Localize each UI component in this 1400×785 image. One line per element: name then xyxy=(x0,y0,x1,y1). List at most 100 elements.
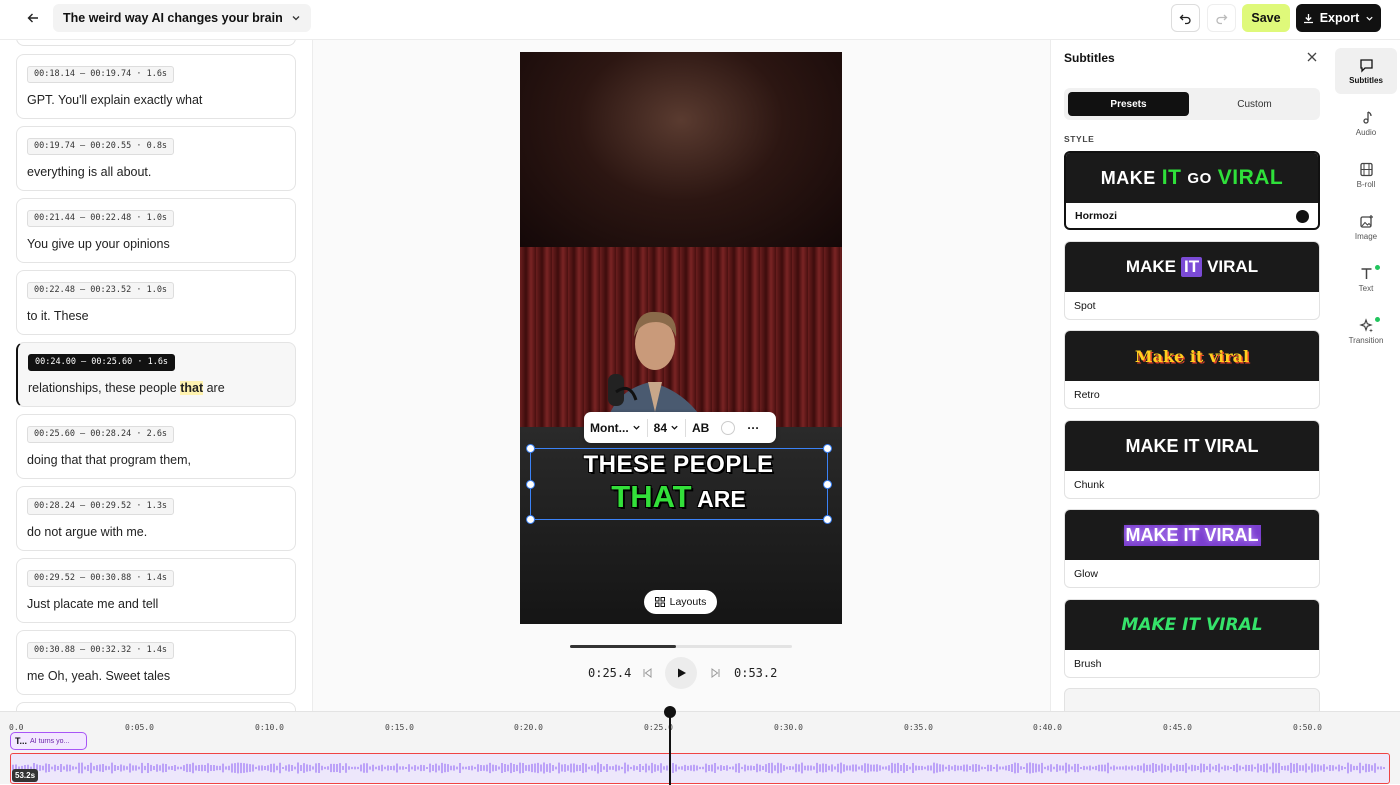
segment-text[interactable]: everything is all about. xyxy=(27,165,151,179)
playhead[interactable] xyxy=(669,712,671,785)
font-size-dropdown[interactable]: 84 xyxy=(648,421,685,435)
segment-text-before: relationships, these people xyxy=(28,381,181,395)
text-clip[interactable]: T... AI turns yo... xyxy=(10,732,87,750)
style-card-spot[interactable]: MAKE IT VIRAL Spot xyxy=(1064,241,1320,320)
current-word-highlight: that xyxy=(180,381,204,395)
style-name: Retro xyxy=(1074,389,1100,401)
more-options-button[interactable]: ··· xyxy=(741,421,765,435)
transcript-segment[interactable]: 00:30.88 – 00:32.32 · 1.4s me Oh, yeah. … xyxy=(16,630,296,695)
text-icon xyxy=(1361,267,1371,279)
rail-subtitles[interactable]: Subtitles xyxy=(1335,48,1397,94)
segment-text[interactable]: relationships, these people that are xyxy=(28,381,225,395)
preview-word: MAKE xyxy=(1125,257,1176,276)
color-picker-button[interactable] xyxy=(715,420,741,435)
tab-custom[interactable]: Custom xyxy=(1194,92,1315,116)
segment-text[interactable]: You give up your opinions xyxy=(27,237,170,251)
timeline-tick: 0:20.0 xyxy=(514,723,543,732)
style-card-chunk[interactable]: MAKE IT VIRAL Chunk xyxy=(1064,420,1320,499)
style-card-brush[interactable]: MAKE IT VIRAL Brush xyxy=(1064,599,1320,678)
resize-handle-br[interactable] xyxy=(823,515,832,524)
style-preview: MAKE IT VIRAL xyxy=(1065,421,1319,471)
tab-presets[interactable]: Presets xyxy=(1068,92,1189,116)
preview-area: Mont... 84 AB ··· THESE PEOPLE THAT ARE xyxy=(313,40,1050,711)
segment-text[interactable]: to it. These xyxy=(27,309,89,323)
top-bar: The weird way AI changes your brain Save… xyxy=(0,0,1400,40)
rail-audio[interactable]: Audio xyxy=(1335,100,1397,146)
skip-forward-button[interactable] xyxy=(709,666,723,680)
segment-text[interactable]: me Oh, yeah. Sweet tales xyxy=(27,669,170,683)
export-button[interactable]: Export xyxy=(1296,4,1381,32)
segment-timecode: 00:21.44 – 00:22.48 · 1.0s xyxy=(27,210,175,227)
transcript-segment-partial[interactable] xyxy=(16,40,296,46)
style-card-partial[interactable] xyxy=(1064,688,1320,711)
playhead-handle[interactable] xyxy=(664,706,676,718)
transcript-segment[interactable]: 00:21.44 – 00:22.48 · 1.0s You give up y… xyxy=(16,198,296,263)
resize-handle-bl[interactable] xyxy=(526,515,535,524)
tool-rail: Subtitles Audio B-roll Image Text Transi… xyxy=(1331,40,1400,711)
transcript-segment-active[interactable]: 00:24.00 – 00:25.60 · 1.6s relationships… xyxy=(16,342,296,407)
video-canvas[interactable]: Mont... 84 AB ··· THESE PEOPLE THAT ARE xyxy=(520,52,842,624)
layouts-label: Layouts xyxy=(669,596,707,608)
rail-transition[interactable]: Transition xyxy=(1335,308,1397,354)
style-card-hormozi[interactable]: MAKE IT GO VIRAL Hormozi xyxy=(1064,151,1320,230)
selected-indicator xyxy=(1296,210,1309,223)
style-card-glow[interactable]: MAKE IT VIRAL Glow xyxy=(1064,509,1320,588)
preview-word: GO xyxy=(1187,169,1212,187)
chevron-down-icon xyxy=(1366,16,1373,21)
segment-timecode: 00:19.74 – 00:20.55 · 0.8s xyxy=(27,138,175,155)
caption-line-2: THAT ARE xyxy=(531,479,826,515)
export-label: Export xyxy=(1319,11,1360,25)
caption-selection-box[interactable]: THESE PEOPLE THAT ARE xyxy=(526,444,832,524)
rail-b-roll[interactable]: B-roll xyxy=(1335,152,1397,198)
segment-timecode: 00:24.00 – 00:25.60 · 1.6s xyxy=(28,354,176,371)
playback-progress-bar[interactable] xyxy=(570,645,792,648)
transcript-segment[interactable]: 00:19.74 – 00:20.55 · 0.8s everything is… xyxy=(16,126,296,191)
style-name: Hormozi xyxy=(1075,210,1117,222)
segment-text[interactable]: doing that that program them, xyxy=(27,453,191,467)
play-button[interactable] xyxy=(665,657,697,689)
transcript-segment-partial[interactable] xyxy=(16,702,296,711)
preview-word: IT xyxy=(1180,257,1203,277)
rail-image[interactable]: Image xyxy=(1335,204,1397,250)
segment-text[interactable]: GPT. You'll explain exactly what xyxy=(27,93,202,107)
transcript-segment[interactable]: 00:29.52 – 00:30.88 · 1.4s Just placate … xyxy=(16,558,296,623)
layouts-button[interactable]: Layouts xyxy=(644,590,717,614)
text-case-button[interactable]: AB xyxy=(686,421,715,435)
back-button[interactable] xyxy=(20,6,46,30)
subtitles-icon xyxy=(1359,58,1373,73)
close-icon[interactable] xyxy=(1305,50,1319,64)
resize-handle-tr[interactable] xyxy=(823,444,832,453)
chevron-down-icon xyxy=(292,16,300,21)
timeline[interactable]: 0.0 0:05.0 0:10.0 0:15.0 0:20.0 0:25.0 0… xyxy=(0,706,1400,785)
caption-line-2-rest: ARE xyxy=(697,486,746,512)
transcript-panel: 00:18.14 – 00:19.74 · 1.6s GPT. You'll e… xyxy=(0,40,313,711)
font-dropdown[interactable]: Mont... xyxy=(584,421,647,435)
transcript-segment[interactable]: 00:18.14 – 00:19.74 · 1.6s GPT. You'll e… xyxy=(16,54,296,119)
rail-label: Transition xyxy=(1348,335,1384,345)
resize-handle-l[interactable] xyxy=(526,480,535,489)
transcript-segment[interactable]: 00:22.48 – 00:23.52 · 1.0s to it. These xyxy=(16,270,296,335)
rail-label: Image xyxy=(1354,231,1378,241)
timeline-tick: 0:05.0 xyxy=(125,723,154,732)
download-icon xyxy=(1303,13,1313,23)
save-button[interactable]: Save xyxy=(1242,4,1290,32)
undo-button[interactable] xyxy=(1171,4,1200,32)
transcript-segment[interactable]: 00:25.60 – 00:28.24 · 2.6s doing that th… xyxy=(16,414,296,479)
rail-text[interactable]: Text xyxy=(1335,256,1397,302)
font-size-value: 84 xyxy=(653,420,668,435)
segment-text[interactable]: Just placate me and tell xyxy=(27,597,158,611)
rail-label: Text xyxy=(1358,283,1374,293)
skip-back-button[interactable] xyxy=(640,666,654,680)
new-indicator-dot xyxy=(1375,317,1380,322)
style-card-retro[interactable]: Make it viral Retro xyxy=(1064,330,1320,409)
resize-handle-r[interactable] xyxy=(823,480,832,489)
redo-button[interactable] xyxy=(1207,4,1236,32)
style-preview: MAKE IT GO VIRAL xyxy=(1066,153,1318,203)
resize-handle-tl[interactable] xyxy=(526,444,535,453)
skip-back-icon xyxy=(643,668,652,678)
preview-text: MAKE IT VIRAL xyxy=(1123,524,1261,546)
segment-text[interactable]: do not argue with me. xyxy=(27,525,147,539)
project-title-dropdown[interactable]: The weird way AI changes your brain xyxy=(53,4,311,32)
audio-track[interactable] xyxy=(10,753,1390,784)
transcript-segment[interactable]: 00:28.24 – 00:29.52 · 1.3s do not argue … xyxy=(16,486,296,551)
